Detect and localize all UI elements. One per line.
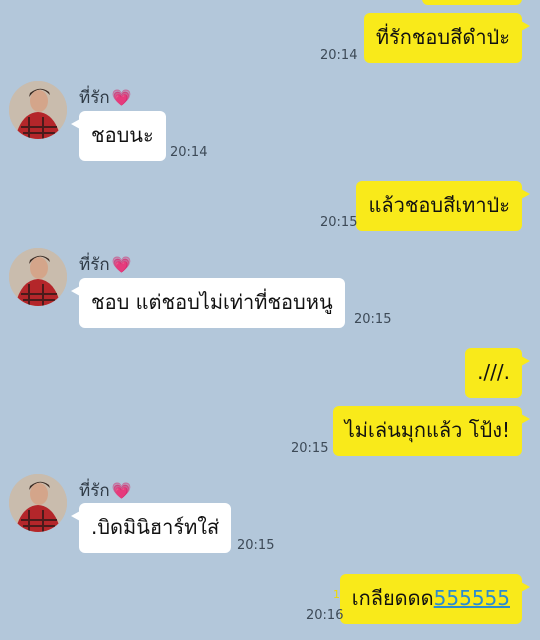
pink-heart-icon: 💗 [111,481,132,500]
message-bubble-incoming[interactable]: .บิดมินิฮาร์ทใส่ [70,503,232,553]
avatar-photo [9,81,67,139]
message-bubble-incoming[interactable]: ชอบ แต่ชอบไม่เท่าที่ชอบหนู [71,278,345,328]
message-text: เกลียดดด [351,586,434,610]
message-link[interactable]: 555555 [434,586,510,610]
message-bubble-outgoing[interactable]: เกลียดดด555555 [339,574,531,624]
contact-avatar[interactable] [9,248,67,306]
sender-name: ที่รัก 💗 [79,477,132,504]
message-time: 20:16 [306,608,344,623]
message-bubble-outgoing[interactable]: แล้วชอบสีเทาป่ะ [356,181,530,231]
message-time: 20:15 [237,538,275,553]
sender-name-text: ที่รัก [79,481,110,501]
message-time: 20:15 [320,215,358,230]
read-count: 1 [333,588,340,601]
sender-name: ที่รัก 💗 [79,251,132,278]
pink-heart-icon: 💗 [111,88,132,107]
message-bubble-outgoing-partial[interactable] [422,0,522,5]
message-time: 20:15 [354,312,392,327]
message-time: 20:14 [170,145,208,160]
message-bubble-incoming[interactable]: ชอบนะ [71,111,166,161]
message-bubble-outgoing[interactable]: ไม่เล่นมุกแล้ว โป้ง! [332,406,531,456]
contact-avatar[interactable] [9,474,67,532]
message-bubble-outgoing[interactable]: .///. [465,348,530,398]
sender-name: ที่รัก 💗 [79,84,132,111]
sender-name-text: ที่รัก [79,255,110,275]
message-time: 20:15 [291,441,329,456]
message-time: 20:14 [320,48,358,63]
pink-heart-icon: 💗 [111,255,132,274]
sender-name-text: ที่รัก [79,88,110,108]
contact-avatar[interactable] [9,81,67,139]
avatar-photo [9,248,67,306]
avatar-photo [9,474,67,532]
message-bubble-outgoing[interactable]: ที่รักชอบสีดำป่ะ [363,13,531,63]
